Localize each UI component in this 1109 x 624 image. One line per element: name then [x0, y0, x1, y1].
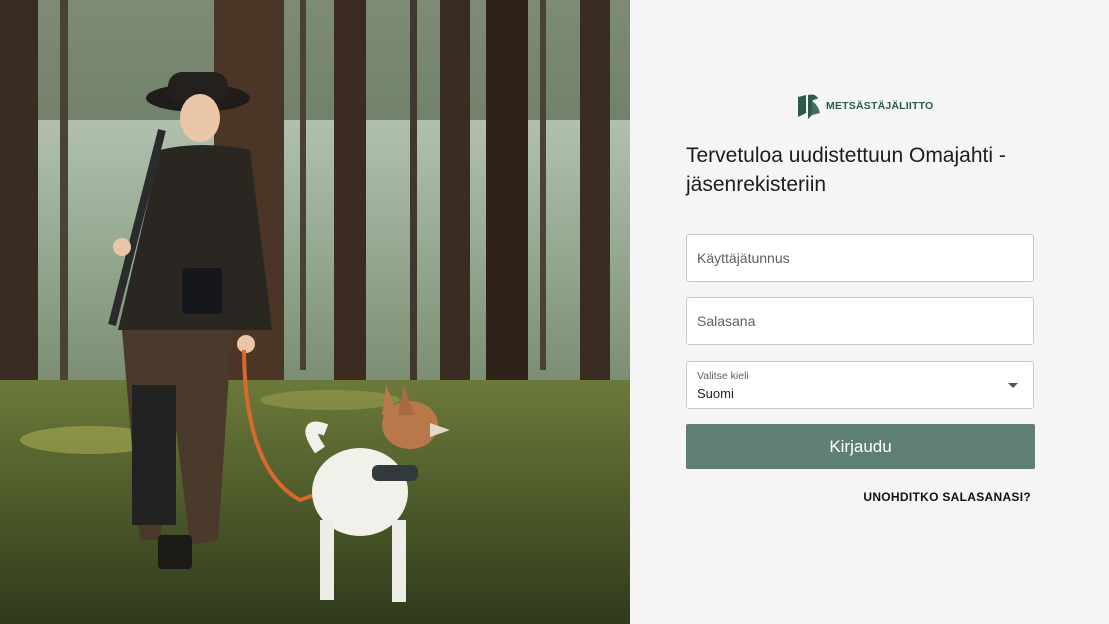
- login-button[interactable]: Kirjaudu: [686, 424, 1035, 469]
- language-select-label: Valitse kieli: [697, 370, 749, 382]
- language-select-value: Suomi: [697, 386, 734, 401]
- hero-photo: [0, 0, 630, 624]
- password-field-container: [686, 297, 1034, 345]
- forest-scene-image: [0, 0, 630, 624]
- login-panel: METSÄSTÄJÄLIITTO Tervetuloa uudistettuun…: [630, 0, 1109, 624]
- language-select[interactable]: Valitse kieli Suomi: [686, 361, 1034, 409]
- username-input[interactable]: [687, 235, 1033, 281]
- leaf-bird-logo-icon: [798, 94, 820, 119]
- brand-logo[interactable]: METSÄSTÄJÄLIITTO: [796, 91, 933, 121]
- username-field-container: [686, 234, 1034, 282]
- forgot-password-link[interactable]: UNOHDITKO SALASANASI?: [863, 490, 1031, 504]
- brand-name: METSÄSTÄJÄLIITTO: [826, 100, 934, 112]
- password-input[interactable]: [687, 298, 1033, 344]
- page-title: Tervetuloa uudistettuun Omajahti -jäsenr…: [686, 144, 1006, 196]
- chevron-down-icon: [1008, 383, 1018, 388]
